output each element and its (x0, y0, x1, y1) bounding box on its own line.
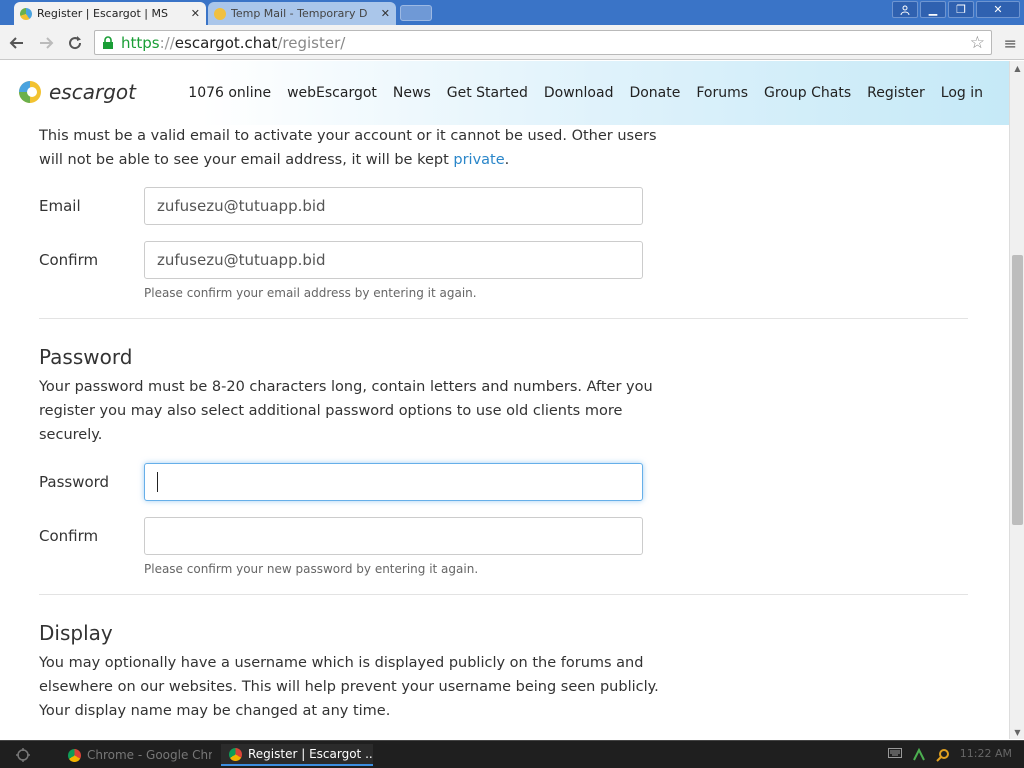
browser-toolbar: https://escargot.chat/register/ ☆ ≡ (0, 25, 1024, 60)
taskbar-item-label: Chrome - Google Chr... (87, 748, 212, 762)
system-tray: 11:22 AM (887, 747, 1012, 762)
nav-donate[interactable]: Donate (629, 85, 680, 101)
nav-register[interactable]: Register (867, 85, 925, 101)
password-confirm-label: Confirm (39, 527, 99, 545)
close-window-button[interactable]: ✕ (976, 1, 1020, 18)
tab-label: Temp Mail - Temporary D (231, 7, 368, 20)
new-tab-button[interactable] (400, 5, 432, 21)
bookmark-star-icon[interactable]: ☆ (970, 33, 985, 53)
scroll-up-icon[interactable]: ▲ (1010, 61, 1024, 75)
email-confirm-help: Please confirm your email address by ent… (144, 286, 477, 300)
password-intro-text: Your password must be 8-20 characters lo… (39, 379, 653, 443)
private-link[interactable]: private (453, 152, 504, 168)
password-confirm-help: Please confirm your new password by ente… (144, 562, 479, 576)
url-separator: :// (159, 33, 175, 52)
window-controls: ▁ ❐ ✕ (892, 1, 1020, 18)
lock-icon[interactable] (99, 34, 117, 52)
scroll-down-icon[interactable]: ▼ (1010, 725, 1024, 739)
password-confirm-field[interactable] (144, 517, 643, 555)
temp-mail-favicon-icon (214, 7, 226, 20)
nav-forums[interactable]: Forums (696, 85, 748, 101)
taskbar-item-label: Register | Escargot ... (248, 747, 373, 761)
section-divider (39, 318, 968, 319)
nav-online-count[interactable]: 1076 online (188, 85, 271, 101)
display-intro-text: You may optionally have a username which… (39, 655, 659, 719)
chrome-icon (229, 747, 242, 761)
text-cursor (157, 472, 158, 492)
tab-register-escargot[interactable]: Register | Escargot | MS ✕ (14, 2, 206, 25)
reload-icon[interactable] (64, 32, 86, 54)
tab-close-icon[interactable]: ✕ (381, 7, 390, 20)
network-icon[interactable] (912, 747, 926, 760)
start-menu-icon[interactable] (6, 745, 40, 765)
site-logo[interactable]: escargot (18, 79, 136, 105)
url-path: /register/ (277, 33, 346, 52)
password-field[interactable] (144, 463, 643, 501)
email-intro-body: This must be a valid email to activate y… (39, 128, 657, 168)
site-header: escargot 1076 online webEscargot News Ge… (0, 61, 1009, 125)
escargot-favicon-icon (20, 7, 32, 20)
email-confirm-field-value: zufusezu@tutuapp.bid (157, 251, 326, 269)
email-intro-end: . (504, 152, 510, 168)
browser-titlebar: Register | Escargot | MS ✕ Temp Mail - T… (0, 0, 1024, 25)
tab-temp-mail[interactable]: Temp Mail - Temporary D ✕ (208, 2, 396, 25)
scrollbar-thumb[interactable] (1012, 255, 1023, 525)
email-confirm-field[interactable]: zufusezu@tutuapp.bid (144, 241, 643, 279)
taskbar-item-register[interactable]: Register | Escargot ... (221, 744, 373, 766)
clock[interactable]: 11:22 AM (960, 747, 1012, 760)
minimize-window-button[interactable]: ▁ (920, 1, 946, 18)
nav-webescargot[interactable]: webEscargot (287, 85, 377, 101)
tab-close-icon[interactable]: ✕ (191, 7, 200, 20)
nav-get-started[interactable]: Get Started (447, 85, 528, 101)
chrome-menu-icon[interactable]: ≡ (1004, 34, 1017, 53)
nav-news[interactable]: News (393, 85, 431, 101)
chrome-icon (68, 748, 81, 762)
restore-window-button[interactable]: ❐ (948, 1, 974, 18)
address-bar[interactable]: https://escargot.chat/register/ ☆ (94, 30, 992, 55)
email-confirm-label: Confirm (39, 251, 99, 269)
nav-log-in[interactable]: Log in (941, 85, 983, 101)
nav-download[interactable]: Download (544, 85, 614, 101)
forward-icon[interactable] (35, 32, 57, 54)
site-nav: 1076 online webEscargot News Get Started… (188, 85, 983, 101)
register-form: This must be a valid email to activate y… (0, 125, 1009, 739)
os-taskbar: Chrome - Google Chr... Register | Escarg… (0, 740, 1024, 768)
email-intro-text: This must be a valid email to activate y… (39, 125, 659, 172)
back-icon[interactable] (6, 32, 28, 54)
user-profile-icon[interactable] (892, 1, 918, 18)
tab-label: Register | Escargot | MS (37, 7, 168, 20)
email-field[interactable]: zufusezu@tutuapp.bid (144, 187, 643, 225)
search-icon[interactable] (936, 748, 950, 762)
email-label: Email (39, 197, 81, 215)
keyboard-icon[interactable] (887, 747, 902, 760)
page-scrollbar[interactable]: ▲ ▼ (1009, 61, 1024, 739)
section-divider (39, 594, 968, 595)
password-heading: Password (39, 345, 133, 369)
url-host: escargot.chat (174, 33, 278, 52)
display-heading: Display (39, 621, 113, 645)
site-logo-text: escargot (49, 80, 136, 104)
url-scheme: https (121, 33, 160, 52)
nav-group-chats[interactable]: Group Chats (764, 85, 851, 101)
taskbar-item-chrome[interactable]: Chrome - Google Chr... (60, 744, 212, 766)
escargot-logo-icon (19, 81, 41, 103)
password-label: Password (39, 473, 110, 491)
email-field-value: zufusezu@tutuapp.bid (157, 197, 326, 215)
